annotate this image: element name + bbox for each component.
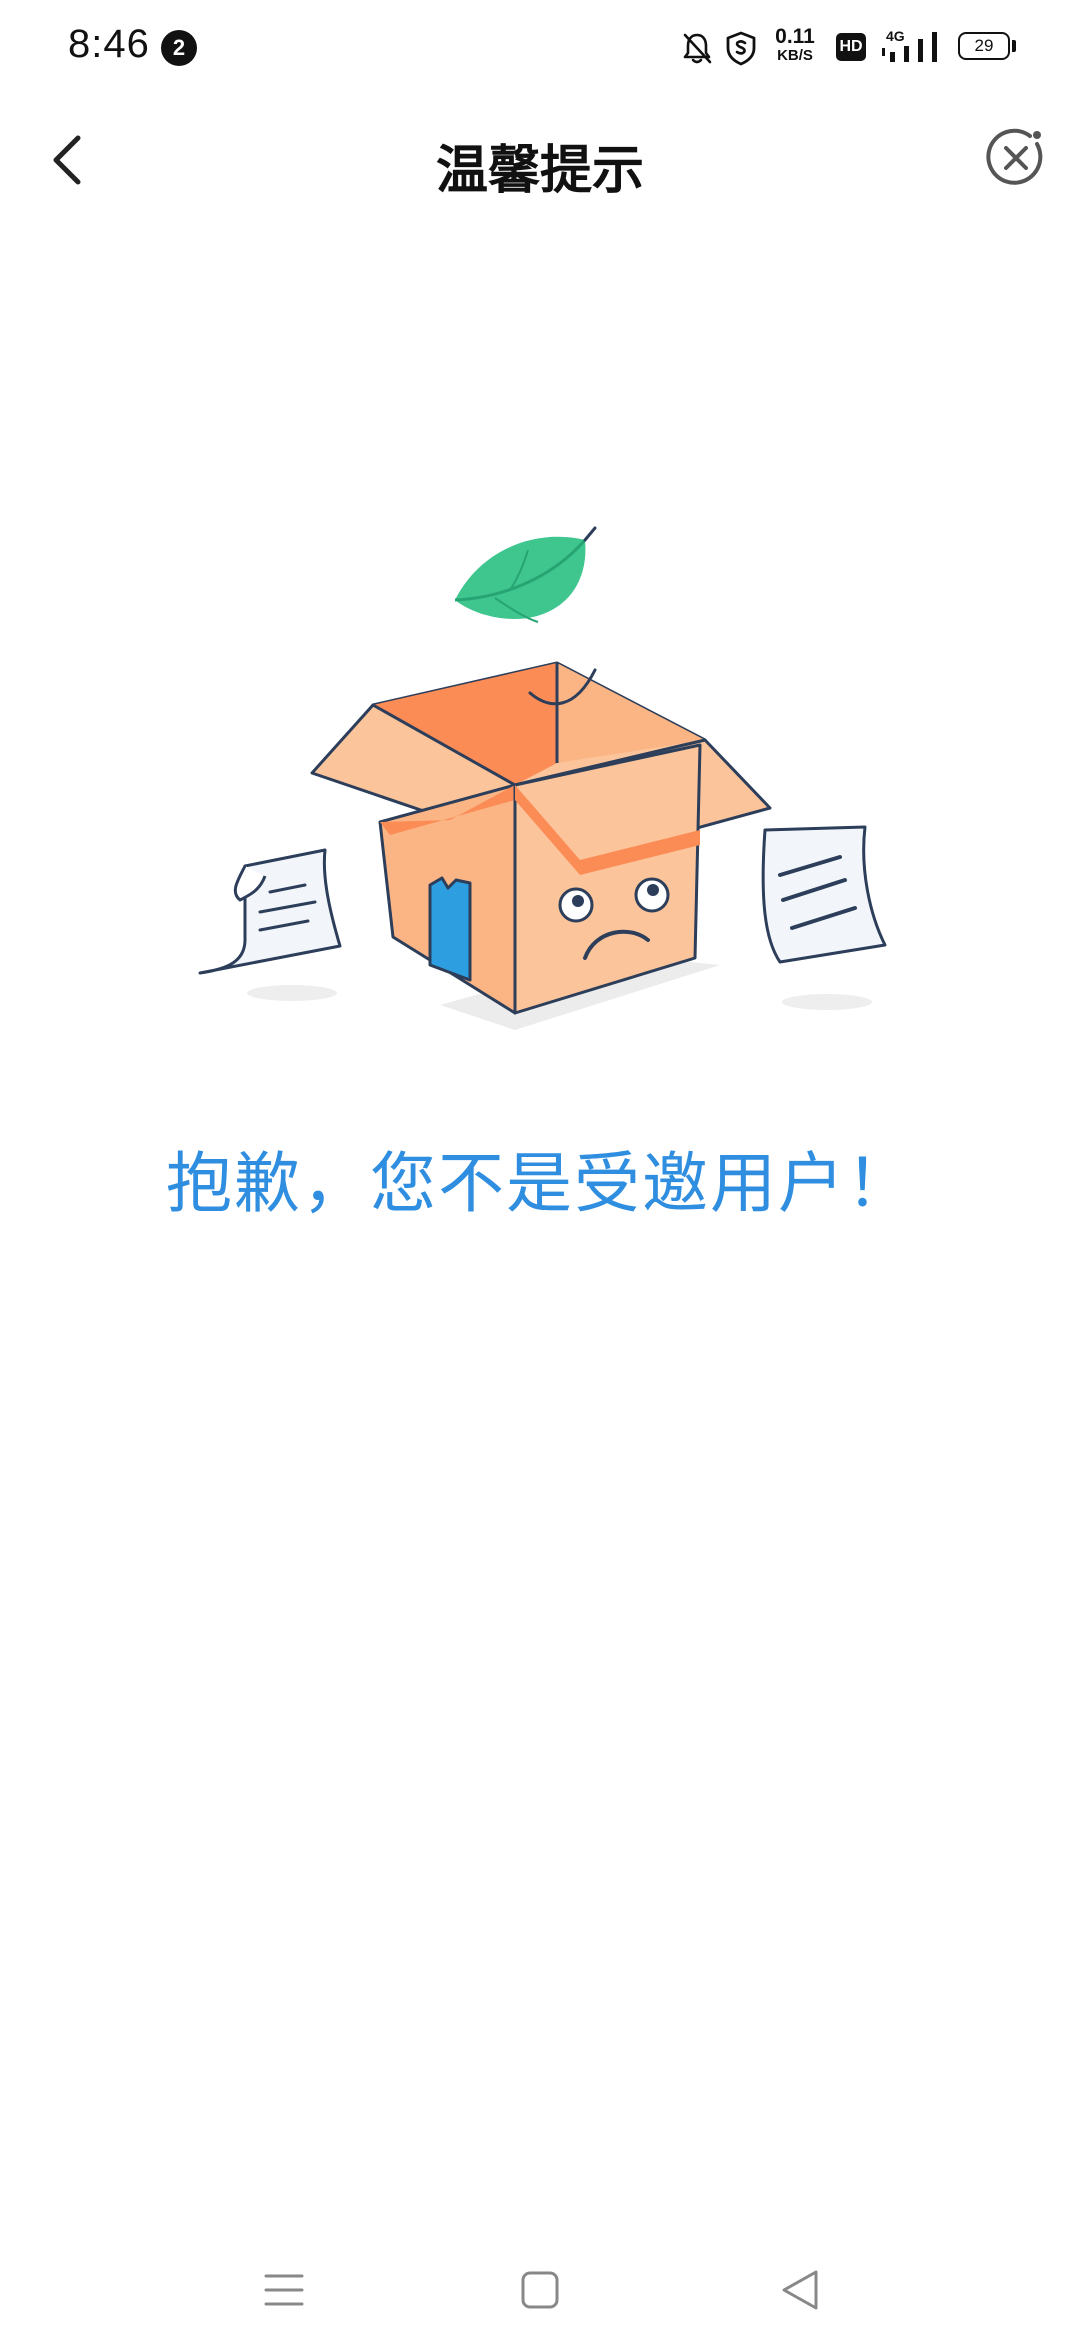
battery-tip [1012, 40, 1016, 52]
leaf-icon [454, 526, 597, 623]
recent-apps-button[interactable] [248, 2254, 320, 2326]
sad-empty-box-icon [198, 526, 887, 1030]
not-invited-message: 抱歉，您不是受邀用户！ [166, 1145, 914, 1222]
signal-icon [882, 28, 946, 70]
status-time: 8:46 [68, 22, 150, 66]
shield-s-icon [724, 30, 758, 70]
close-button[interactable] [982, 124, 1050, 192]
notification-count-badge: 2 [161, 30, 197, 66]
page-title: 温馨提示 [435, 141, 644, 201]
close-circle-icon [986, 128, 1043, 185]
home-button[interactable] [504, 2254, 576, 2326]
home-square-icon [521, 2271, 559, 2309]
hd-badge: HD [836, 33, 866, 61]
empty-box-illustration [180, 500, 900, 1060]
net-speed-unit: KB/S [777, 47, 813, 64]
battery-icon: 29 [958, 32, 1010, 60]
nav-back-button[interactable] [764, 2254, 836, 2326]
net-speed: 0.11 KB/S [772, 26, 818, 63]
header: 温馨提示 [0, 100, 1080, 220]
system-nav-bar [0, 2240, 1080, 2340]
back-triangle-icon [782, 2270, 818, 2310]
paper-right-icon [761, 825, 887, 964]
status-bar: 8:46 2 0.11 KB/S HD 4G 29 [0, 0, 1080, 96]
menu-icon [264, 2274, 304, 2306]
paper-left-icon [198, 848, 342, 975]
bell-muted-icon [680, 30, 714, 70]
status-icons: 0.11 KB/S HD 4G 29 [660, 0, 1080, 96]
net-speed-value: 0.11 [775, 25, 815, 48]
page: 8:46 2 0.11 KB/S HD 4G 29 温馨提示 抱歉，您不是受邀用… [0, 0, 1080, 2340]
